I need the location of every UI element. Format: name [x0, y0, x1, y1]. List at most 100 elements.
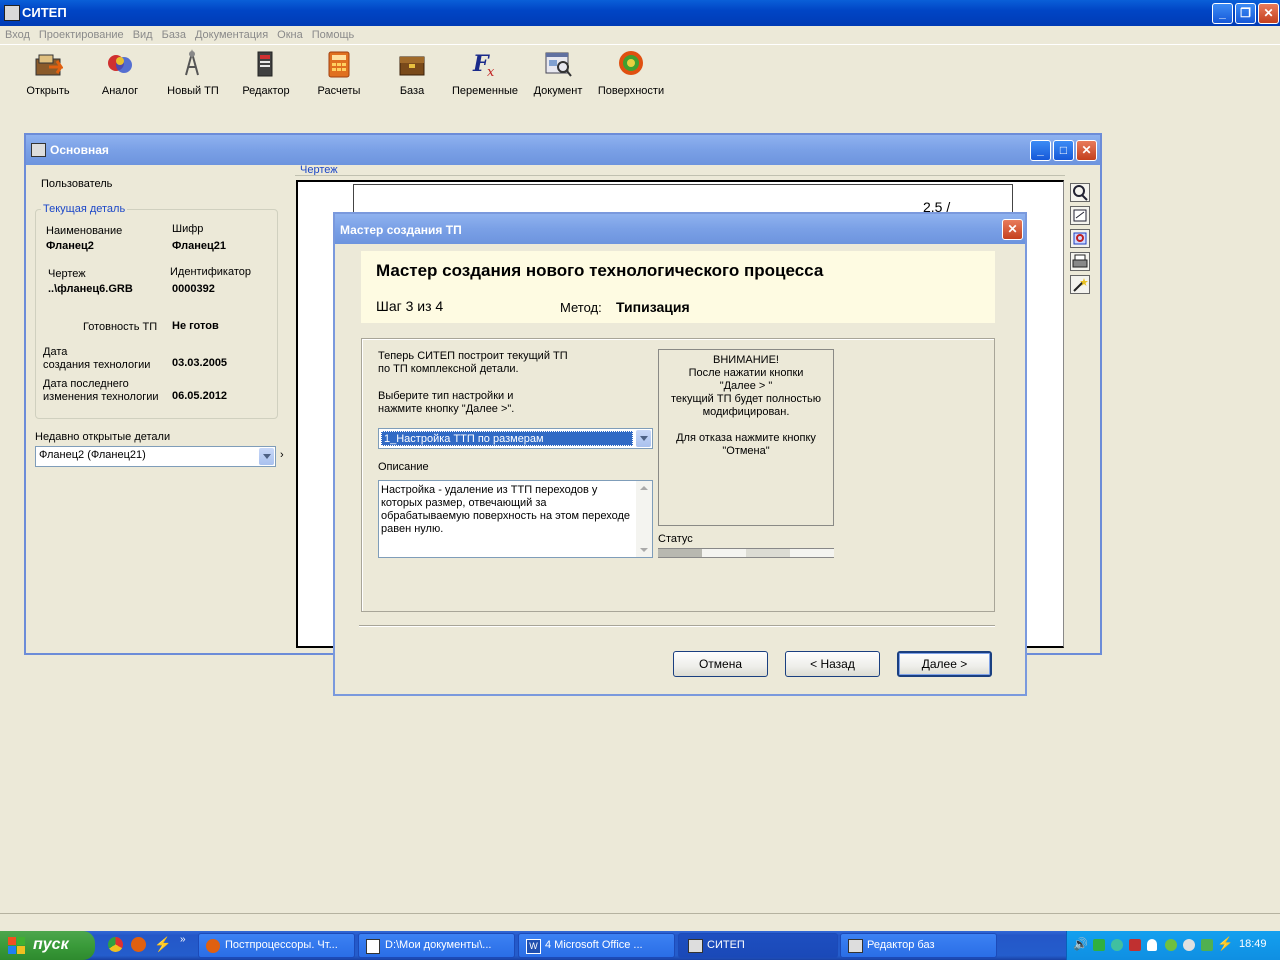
task-my-documents[interactable]: D:\Мои документы\... — [358, 933, 515, 958]
task-postprocessors[interactable]: Постпроцессоры. Чт... — [198, 933, 355, 958]
main-minimize-button[interactable]: _ — [1030, 140, 1051, 161]
cancel-button[interactable]: Отмена — [673, 651, 768, 677]
id-value: 0000392 — [172, 283, 215, 295]
windows-logo-icon — [8, 937, 25, 954]
menu-item-view[interactable]: Вид — [133, 26, 153, 44]
toolbar-analog-button[interactable]: Аналог — [96, 49, 144, 97]
method-value: Типизация — [616, 299, 690, 315]
readiness-label: Готовность ТП — [83, 321, 158, 333]
app-icon — [4, 5, 20, 21]
toolbar-base-button[interactable]: База — [392, 49, 432, 97]
minimize-button[interactable]: _ — [1212, 3, 1233, 24]
status-progress-fill — [658, 549, 702, 557]
usb-icon[interactable] — [1147, 939, 1157, 951]
recent-parts-combo[interactable]: Фланец2 (Фланец21) — [35, 446, 276, 467]
description-scrollbar[interactable] — [636, 481, 652, 557]
open-icon — [33, 49, 64, 79]
task-ms-office[interactable]: 4 Microsoft Office ... — [518, 933, 675, 958]
modified-label-2: изменения технологии — [43, 391, 159, 403]
winamp-icon[interactable]: ⚡ — [154, 936, 171, 953]
base-editor-task-icon — [848, 939, 863, 953]
taskbar: пуск ⚡ » Постпроцессоры. Чт... D:\Мои до… — [0, 931, 1280, 960]
network-icon[interactable] — [1093, 939, 1105, 951]
back-button[interactable]: < Назад — [785, 651, 880, 677]
setup-type-value: 1_Настройка ТТП по размерам — [381, 431, 633, 446]
folder-task-icon — [366, 939, 380, 954]
tray-app-icon[interactable] — [1129, 939, 1141, 951]
wizard-close-button[interactable]: ✕ — [1002, 219, 1023, 240]
winamp-tray-icon[interactable]: ⚡ — [1217, 936, 1233, 952]
next-button[interactable]: Далее > — [897, 651, 992, 677]
fx-icon: Fx — [470, 49, 500, 80]
modified-value: 06.05.2012 — [172, 390, 228, 402]
readiness-value: Не готов — [172, 320, 219, 332]
task-base-editor[interactable]: Редактор баз — [840, 933, 997, 958]
modified-label-1: Дата последнего — [43, 378, 129, 390]
toolbar-document-button[interactable]: Документ — [532, 49, 584, 97]
wizard-dialog: Мастер создания ТП ✕ Мастер создания нов… — [333, 212, 1027, 696]
svg-text:x: x — [487, 65, 495, 79]
wizard-step: Шаг 3 из 4 — [376, 298, 444, 314]
main-window-title-bar: Основная _ □ ✕ — [26, 135, 1100, 165]
menu-item-windows[interactable]: Окна — [277, 26, 303, 44]
name-label: Наименование — [46, 225, 123, 237]
chrome-icon[interactable] — [108, 937, 123, 952]
more-quicklaunch-icon[interactable]: » — [180, 934, 186, 945]
clock-sync-icon[interactable] — [1183, 939, 1195, 951]
setup-type-select[interactable]: 1_Настройка ТТП по размерам — [378, 428, 653, 449]
description-textarea[interactable]: Настройка - удаление из ТТП переходов у … — [378, 480, 653, 558]
toolbar-new-tp-button[interactable]: Новый ТП — [164, 49, 222, 97]
security-icon[interactable] — [1201, 939, 1213, 951]
firefox-icon[interactable] — [131, 937, 146, 952]
created-value: 03.03.2005 — [172, 357, 228, 369]
restore-button[interactable]: ❐ — [1235, 3, 1256, 24]
toolbar-editor-button[interactable]: Редактор — [240, 49, 292, 97]
warning-panel: ВНИМАНИЕ! После нажатии кнопки "Далее > … — [658, 349, 834, 526]
chevron-down-icon[interactable] — [636, 430, 651, 447]
scroll-down-icon[interactable] — [640, 548, 648, 552]
toolbar-open-button[interactable]: Открыть — [22, 49, 74, 97]
volume-icon[interactable]: 🔊 — [1073, 937, 1088, 951]
app-title: СИТЕП — [22, 5, 67, 20]
messenger-icon[interactable] — [1111, 939, 1123, 951]
toolbar-surfaces-button[interactable]: Поверхности — [596, 49, 666, 97]
wizard-header-title: Мастер создания нового технологического … — [376, 261, 824, 280]
clock: 18:49 — [1239, 938, 1267, 950]
choose-line-1: Выберите тип настройки и — [378, 390, 514, 402]
code-label: Шифр — [172, 223, 204, 235]
refresh-icon[interactable] — [1070, 229, 1090, 248]
wizard-title: Мастер создания ТП — [340, 223, 462, 237]
chevron-down-icon[interactable] — [259, 448, 274, 465]
id-label: Идентификатор — [170, 266, 251, 278]
menu-item-help[interactable]: Помощь — [312, 26, 355, 44]
start-button[interactable]: пуск — [0, 931, 95, 960]
menu-item-design[interactable]: Проектирование — [39, 26, 124, 44]
created-label-2: создания технологии — [43, 359, 151, 371]
close-button[interactable]: ✕ — [1258, 3, 1279, 24]
system-tray: 🔊 ⚡ 18:49 — [1066, 931, 1280, 960]
menu-item-login[interactable]: Вход — [5, 26, 30, 44]
toolbar-variables-button[interactable]: Fx Переменные — [450, 49, 520, 97]
new-tp-icon — [178, 49, 208, 79]
magic-wand-icon[interactable] — [1070, 275, 1090, 294]
tab-divider — [295, 175, 1065, 176]
code-value: Фланец21 — [172, 240, 226, 252]
zoom-icon[interactable] — [1070, 183, 1090, 202]
main-maximize-button[interactable]: □ — [1053, 140, 1074, 161]
main-close-button[interactable]: ✕ — [1076, 140, 1097, 161]
scroll-up-icon[interactable] — [640, 486, 648, 490]
app-title-bar: СИТЕП _ ❐ ✕ — [0, 0, 1280, 26]
print-icon[interactable] — [1070, 252, 1090, 271]
document-icon — [543, 49, 573, 79]
fit-view-icon[interactable] — [1070, 206, 1090, 225]
menu-item-docs[interactable]: Документация — [195, 26, 268, 44]
toolbar-calculations-button[interactable]: Расчеты — [314, 49, 364, 97]
editor-icon — [251, 49, 281, 79]
update-icon[interactable] — [1165, 939, 1177, 951]
choose-line-2: нажмите кнопку "Далее >". — [378, 403, 515, 415]
menu-item-base[interactable]: База — [162, 26, 186, 44]
chevron-right-icon[interactable]: › — [280, 449, 284, 461]
menu-bar: Вход Проектирование Вид База Документация Окн… — [0, 26, 1280, 44]
intro-line-2: по ТП комплексной детали. — [378, 363, 519, 375]
firefox-task-icon — [206, 939, 220, 953]
